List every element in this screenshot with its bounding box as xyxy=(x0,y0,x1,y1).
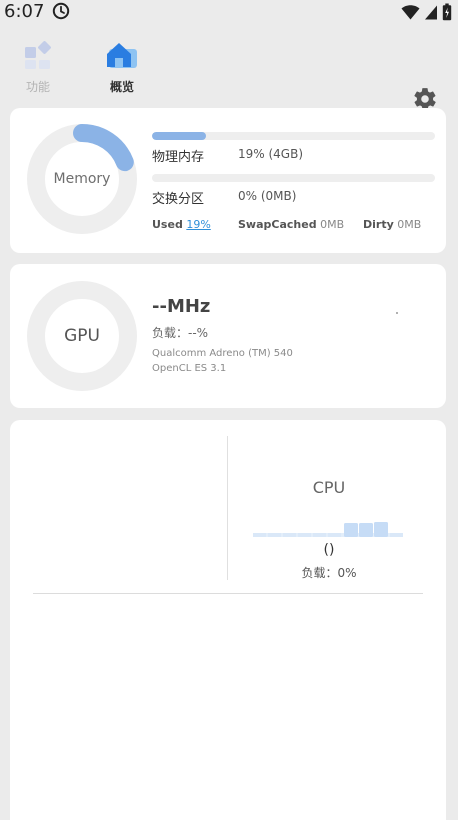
gpu-model: Qualcomm Adreno (TM) 540 xyxy=(152,348,293,359)
gpu-ring: GPU xyxy=(27,281,137,391)
cpu-horizontal-divider xyxy=(33,593,423,594)
cpu-card[interactable]: CPU () 负载：0% xyxy=(10,420,446,820)
tab-functions-label: 功能 xyxy=(25,80,50,94)
stat-swapcached: SwapCached 0MB xyxy=(238,218,344,231)
tab-overview-label: 概览 xyxy=(109,80,134,94)
tab-functions[interactable]: 功能 xyxy=(10,40,66,95)
cpu-load: 负载：0% xyxy=(301,566,357,580)
memory-ring: Memory xyxy=(27,124,137,234)
status-bar: 6:07 xyxy=(0,0,458,24)
memory-ring-label: Memory xyxy=(53,171,111,187)
swap-value: 0% (0MB) xyxy=(238,189,297,203)
battery-icon xyxy=(442,3,452,25)
gpu-load: 负载：--% xyxy=(152,326,209,340)
stat-dirty: Dirty 0MB xyxy=(363,218,421,231)
gpu-ring-label: GPU xyxy=(64,326,100,346)
stat-used: Used 19% xyxy=(152,218,211,231)
physical-memory-bar-fill xyxy=(152,132,206,140)
swap-bar xyxy=(152,174,435,182)
status-time: 6:07 xyxy=(4,1,45,22)
physical-memory-bar xyxy=(152,132,435,140)
physical-memory-value: 19% (4GB) xyxy=(238,147,304,161)
stat-dirty-label: Dirty xyxy=(363,218,394,231)
top-tab-bar: 功能 概览 xyxy=(0,36,458,110)
tab-overview[interactable]: 概览 xyxy=(94,40,150,95)
wifi-icon xyxy=(401,4,420,24)
clock-icon xyxy=(52,2,70,24)
gpu-card[interactable]: GPU --MHz 负载：--% Qualcomm Adreno (TM) 54… xyxy=(10,264,446,408)
swap-label: 交换分区 xyxy=(152,192,205,207)
cpu-title: CPU xyxy=(312,478,346,497)
stat-swapcached-value: 0MB xyxy=(320,218,345,231)
gpu-opencl-version: OpenCL ES 3.1 xyxy=(152,363,227,374)
stat-swapcached-label: SwapCached xyxy=(238,218,317,231)
physical-memory-label: 物理内存 xyxy=(152,150,205,165)
home-icon xyxy=(94,40,150,74)
status-icons xyxy=(401,3,452,25)
gpu-indicator-dot xyxy=(396,312,398,314)
cpu-frequency: () xyxy=(323,542,335,558)
cpu-vertical-divider xyxy=(227,436,228,580)
grid-icon xyxy=(10,40,66,74)
stat-used-value: 19% xyxy=(186,218,211,231)
stat-dirty-value: 0MB xyxy=(397,218,422,231)
signal-icon xyxy=(424,4,438,24)
gpu-frequency: --MHz xyxy=(152,296,211,317)
memory-card[interactable]: Memory 物理内存 19% (4GB) 交换分区 0% (0MB) Used… xyxy=(10,108,446,253)
stat-used-label: Used xyxy=(152,218,183,231)
